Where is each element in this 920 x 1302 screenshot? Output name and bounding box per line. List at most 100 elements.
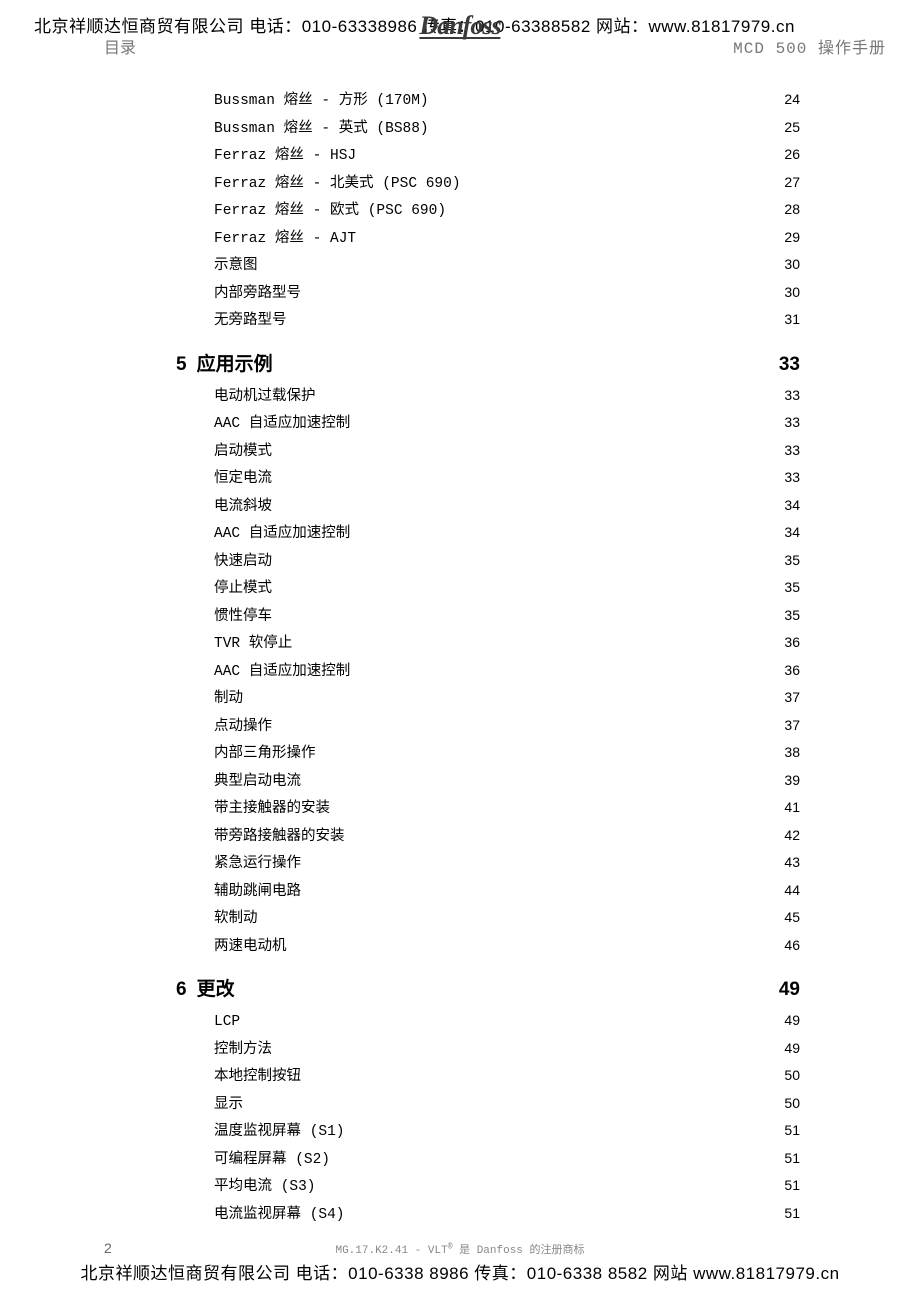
toc-entry: 启动模式 33	[176, 443, 800, 460]
toc-entry-title: 温度监视屏幕 (S1)	[214, 1125, 345, 1140]
toc-entry: AAC 自适应加速控制33	[176, 415, 800, 432]
footer-company-line: 北京祥顺达恒商贸有限公司 电话：010-6338 8986 传真：010-633…	[0, 1259, 920, 1284]
toc-entry: 温度监视屏幕 (S1) 51	[176, 1123, 800, 1140]
toc-entry-page: 45	[784, 910, 800, 924]
toc-entry-page: 43	[784, 855, 800, 869]
toc-entry-title: 辅助跳闸电路	[214, 885, 301, 900]
toc-section-title: 应用示例	[197, 355, 273, 374]
toc-entry: 制动37	[176, 690, 800, 707]
toc-entry: LCP49	[176, 1013, 800, 1030]
toc-entry-title: 带主接触器的安装	[214, 802, 330, 817]
toc-entry-page: 35	[784, 580, 800, 594]
toc-entry-page: 49	[784, 1013, 800, 1027]
toc-entry-title: AAC 自适应加速控制	[214, 527, 350, 542]
toc-entry: 紧急运行操作 43	[176, 855, 800, 872]
toc-entry: 可编程屏幕 (S2) 51	[176, 1151, 800, 1168]
toc-entry-title: 电动机过载保护	[214, 390, 316, 405]
toc-section-page: 49	[779, 980, 800, 999]
toc-entry-title: Bussman 熔丝 - 英式 (BS88)	[214, 122, 429, 137]
toc-entry-title: 显示	[214, 1098, 243, 1113]
footer-meta-pre: MG.17.K2.41 - VLT	[335, 1245, 447, 1257]
toc-entry-page: 38	[784, 745, 800, 759]
toc-entry-title: 可编程屏幕 (S2)	[214, 1153, 330, 1168]
toc-entry: 停止模式 35	[176, 580, 800, 597]
toc-entry-page: 37	[784, 718, 800, 732]
toc-section: 5应用示例33	[176, 355, 800, 374]
toc-entry-title: 快速启动	[214, 555, 272, 570]
toc-entry: 典型启动电流 39	[176, 773, 800, 790]
toc-entry-page: 27	[784, 175, 800, 189]
toc-entry: Ferraz 熔丝 - 北美式 (PSC 690)27	[176, 175, 800, 192]
toc-entry: 电流监视屏幕 (S4)51	[176, 1206, 800, 1223]
toc-entry: Ferraz 熔丝 - AJT29	[176, 230, 800, 247]
toc-entry-page: 36	[784, 635, 800, 649]
toc-entry: 快速启动 35	[176, 553, 800, 570]
toc-entry-page: 49	[784, 1041, 800, 1055]
toc-entry-page: 50	[784, 1096, 800, 1110]
toc-entry: 软制动45	[176, 910, 800, 927]
toc-entry-page: 50	[784, 1068, 800, 1082]
toc-entry-page: 44	[784, 883, 800, 897]
toc-entry-title: AAC 自适应加速控制	[214, 665, 350, 680]
toc-entry: 电流斜坡34	[176, 498, 800, 515]
toc-entry: AAC 自适应加速控制 34	[176, 525, 800, 542]
toc-section-title: 更改	[197, 980, 235, 999]
toc-entry: Bussman 熔丝 - 方形 (170M) 24	[176, 92, 800, 109]
toc-entry: 电动机过载保护 33	[176, 388, 800, 405]
footer: MG.17.K2.41 - VLT® 是 Danfoss 的注册商标 北京祥顺达…	[0, 1241, 920, 1284]
toc-entry-title: 启动模式	[214, 445, 272, 460]
toc-entry-page: 31	[784, 312, 800, 326]
footer-meta: MG.17.K2.41 - VLT® 是 Danfoss 的注册商标	[0, 1241, 920, 1257]
toc-entry: 点动操作37	[176, 718, 800, 735]
toc-entry-title: Ferraz 熔丝 - HSJ	[214, 149, 356, 164]
toc-entry-page: 51	[784, 1178, 800, 1192]
toc-entry-title: Bussman 熔丝 - 方形 (170M)	[214, 94, 429, 109]
toc-entry-page: 33	[784, 443, 800, 457]
toc-section-page: 33	[779, 355, 800, 374]
toc-entry-title: 典型启动电流	[214, 775, 301, 790]
toc-entry-page: 51	[784, 1151, 800, 1165]
toc-entry-title: 内部三角形操作	[214, 747, 316, 762]
toc-entry: 带主接触器的安装41	[176, 800, 800, 817]
toc-entry-page: 35	[784, 553, 800, 567]
toc-entry-page: 33	[784, 388, 800, 402]
toc-entry-page: 33	[784, 415, 800, 429]
toc-entry: 两速电动机46	[176, 938, 800, 955]
toc-entry-title: 平均电流 (S3)	[214, 1180, 316, 1195]
toc-entry-title: Ferraz 熔丝 - 欧式 (PSC 690)	[214, 204, 446, 219]
toc-entry: TVR 软停止36	[176, 635, 800, 652]
toc-entry: 示意图30	[176, 257, 800, 274]
toc-entry-page: 25	[784, 120, 800, 134]
toc-entry-page: 28	[784, 202, 800, 216]
toc-entry-page: 51	[784, 1123, 800, 1137]
toc-entry-title: 带旁路接触器的安装	[214, 830, 345, 845]
toc-entry-title: 电流斜坡	[214, 500, 272, 515]
toc-entry-title: 恒定电流	[214, 472, 272, 487]
toc-entry: 本地控制按钮 50	[176, 1068, 800, 1085]
toc-entry-page: 36	[784, 663, 800, 677]
toc-entry-title: 本地控制按钮	[214, 1070, 301, 1085]
toc-entry-title: 紧急运行操作	[214, 857, 301, 872]
toc-entry-title: 电流监视屏幕 (S4)	[214, 1208, 345, 1223]
toc-entry-title: 内部旁路型号	[214, 287, 301, 302]
danfoss-logo: Danfoss	[419, 14, 500, 39]
toc-entry-title: 惯性停车	[214, 610, 272, 625]
toc-entry-title: 停止模式	[214, 582, 272, 597]
toc-entry: AAC 自适应加速控制 36	[176, 663, 800, 680]
toc-entry: 平均电流 (S3) 51	[176, 1178, 800, 1195]
toc-entry: Ferraz 熔丝 - HSJ26	[176, 147, 800, 164]
toc-entry-page: 42	[784, 828, 800, 842]
toc-entry-page: 34	[784, 525, 800, 539]
toc-entry-page: 30	[784, 257, 800, 271]
toc-entry-title: 两速电动机	[214, 940, 287, 955]
toc-entry: 显示 50	[176, 1096, 800, 1113]
toc-entry-page: 30	[784, 285, 800, 299]
toc-section: 6更改49	[176, 980, 800, 999]
toc-content: Bussman 熔丝 - 方形 (170M) 24 Bussman 熔丝 - 英式 …	[176, 92, 800, 1233]
toc-entry-page: 39	[784, 773, 800, 787]
toc-entry: 辅助跳闸电路 44	[176, 883, 800, 900]
toc-entry: 内部旁路型号 30	[176, 285, 800, 302]
toc-entry-page: 37	[784, 690, 800, 704]
toc-entry-page: 24	[784, 92, 800, 106]
toc-entry: Bussman 熔丝 - 英式 (BS88) 25	[176, 120, 800, 137]
